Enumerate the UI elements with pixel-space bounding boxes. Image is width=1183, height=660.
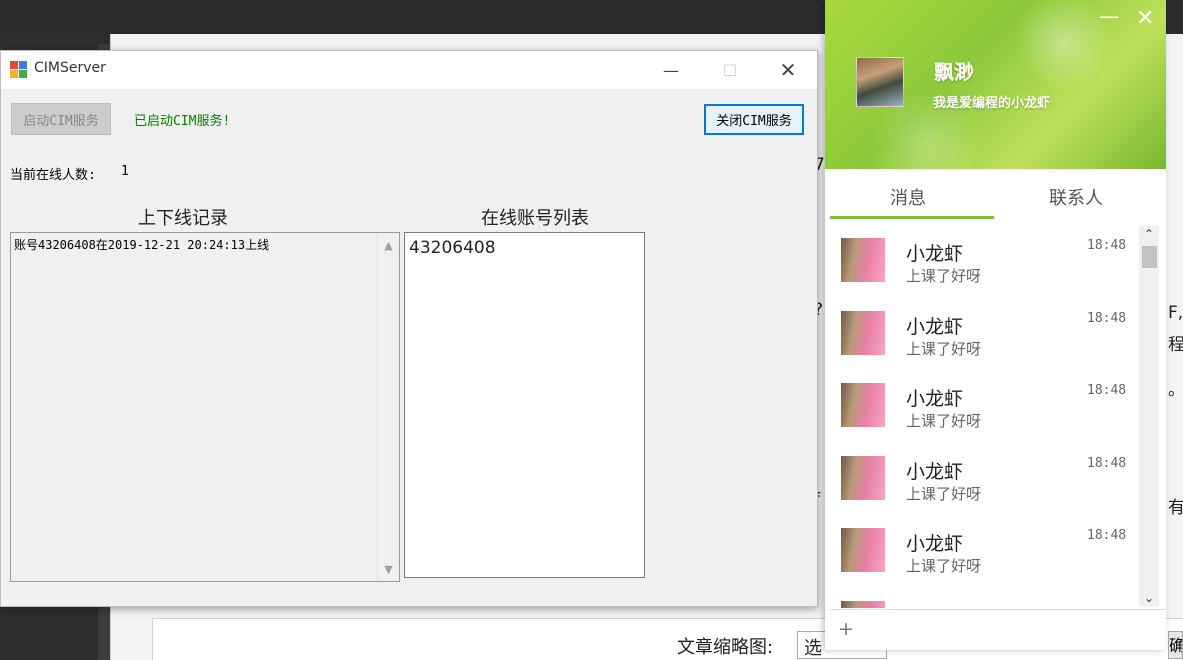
scroll-up-icon[interactable]: ▲ <box>378 235 399 255</box>
message-list: 小龙虾 上课了好呀 18:48 小龙虾 上课了好呀 18:48 小龙虾 上课了好… <box>825 223 1166 608</box>
chat-close-button[interactable]: ✕ <box>1136 6 1154 31</box>
chat-header: — ✕ 飘渺 我是爱编程的小龙虾 <box>825 0 1166 169</box>
message-preview: 上课了好呀 <box>906 340 982 358</box>
chat-minimize-button[interactable]: — <box>1099 4 1119 28</box>
message-time: 18:48 <box>1087 456 1127 471</box>
scroll-thumb[interactable] <box>1142 246 1157 268</box>
cimserver-titlebar[interactable]: CIMServer — ☐ ✕ <box>1 51 817 89</box>
chat-tabs: 消息 联系人 <box>825 169 1166 221</box>
user-name: 飘渺 <box>934 60 974 84</box>
contact-name: 小龙虾 <box>906 388 964 410</box>
contact-name: 小龙虾 <box>906 316 964 338</box>
app-icon <box>10 61 27 78</box>
thumbnail-label: 文章缩略图: <box>677 637 774 658</box>
contact-name: 小龙虾 <box>906 461 964 483</box>
confirm-button[interactable]: 确 <box>1168 631 1183 659</box>
list-item[interactable] <box>825 586 1135 608</box>
contact-avatar <box>841 383 885 427</box>
message-list-scrollbar[interactable]: ⌃ ⌄ <box>1139 226 1159 606</box>
online-accounts-list[interactable]: 43206408 <box>404 232 645 578</box>
message-preview: 上课了好呀 <box>906 557 982 575</box>
online-count-label: 当前在线人数: <box>10 168 96 183</box>
chat-bottom-bar: + <box>830 609 1166 650</box>
message-preview: 上课了好呀 <box>906 412 982 430</box>
bg-right-fragment: 程 <box>1168 335 1183 355</box>
user-avatar[interactable] <box>856 57 904 107</box>
message-preview: 上课了好呀 <box>906 485 982 503</box>
window-title: CIMServer <box>34 60 106 76</box>
close-button[interactable]: ✕ <box>759 51 817 89</box>
log-heading: 上下线记录 <box>138 208 228 229</box>
chat-client-window: — ✕ 飘渺 我是爱编程的小龙虾 消息 联系人 小龙虾 上课了好呀 18:48 … <box>825 0 1166 650</box>
message-time: 18:48 <box>1087 311 1127 326</box>
contact-avatar <box>841 238 885 282</box>
stop-service-button[interactable]: 关闭CIM服务 <box>704 104 804 135</box>
minimize-button[interactable]: — <box>642 51 700 89</box>
chevron-up-icon[interactable]: ⌃ <box>1139 226 1159 242</box>
add-icon[interactable]: + <box>838 618 854 640</box>
log-textbox[interactable]: 账号43206408在2019-12-21 20:24:13上线 ▲ ▼ <box>10 232 400 582</box>
message-time: 18:48 <box>1087 383 1127 398</box>
contact-name: 小龙虾 <box>906 533 964 555</box>
chevron-down-icon[interactable]: ⌄ <box>1139 590 1159 606</box>
online-count-value: 1 <box>121 164 129 179</box>
account-item[interactable]: 43206408 <box>409 238 496 258</box>
service-status: 已启动CIM服务! <box>134 114 231 129</box>
maximize-button[interactable]: ☐ <box>701 51 759 89</box>
contact-avatar <box>841 456 885 500</box>
tab-messages[interactable]: 消息 <box>890 184 926 210</box>
start-service-button[interactable]: 启动CIM服务 <box>11 103 111 135</box>
scroll-down-icon[interactable]: ▼ <box>378 559 399 579</box>
list-item[interactable]: 小龙虾 上课了好呀 18:48 <box>825 368 1135 440</box>
list-item[interactable]: 小龙虾 上课了好呀 18:48 <box>825 513 1135 585</box>
active-tab-indicator <box>830 216 994 219</box>
contact-avatar <box>841 528 885 572</box>
contact-name: 小龙虾 <box>906 243 964 265</box>
accounts-heading: 在线账号列表 <box>481 208 589 229</box>
log-scrollbar[interactable]: ▲ ▼ <box>377 233 399 581</box>
contact-avatar <box>841 311 885 355</box>
contact-avatar <box>841 601 885 608</box>
tab-contacts[interactable]: 联系人 <box>1049 184 1103 210</box>
message-time: 18:48 <box>1087 528 1127 543</box>
list-item[interactable]: 小龙虾 上课了好呀 18:48 <box>825 223 1135 295</box>
cimserver-window: CIMServer — ☐ ✕ 启动CIM服务 已启动CIM服务! 关闭CIM服… <box>0 50 818 607</box>
message-preview: 上课了好呀 <box>906 267 982 285</box>
message-time: 18:48 <box>1087 238 1127 253</box>
bg-right-fragment: 有 <box>1168 498 1183 518</box>
log-entry: 账号43206408在2019-12-21 20:24:13上线 <box>14 238 270 252</box>
bg-right-fragment: 。 <box>1168 375 1183 400</box>
list-item[interactable]: 小龙虾 上课了好呀 18:48 <box>825 441 1135 513</box>
bg-right-fragment: F, <box>1168 303 1183 323</box>
user-signature: 我是爱编程的小龙虾 <box>933 96 1051 111</box>
list-item[interactable]: 小龙虾 上课了好呀 18:48 <box>825 296 1135 368</box>
